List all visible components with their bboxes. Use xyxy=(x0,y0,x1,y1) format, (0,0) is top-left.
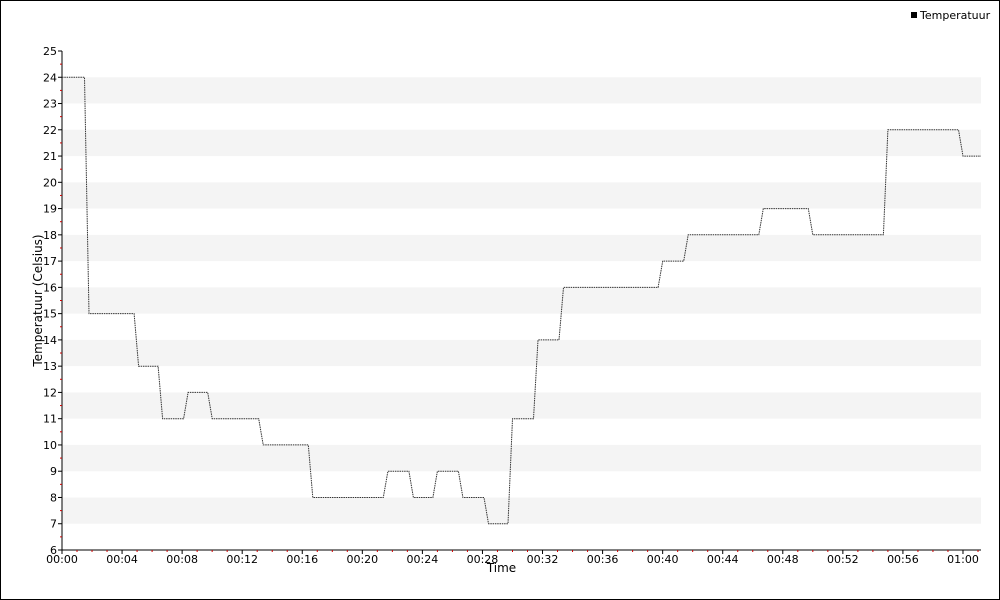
y-tick-label: 9 xyxy=(50,465,57,478)
y-tick-label: 19 xyxy=(43,203,57,216)
y-tick-label: 11 xyxy=(43,413,57,426)
y-tick-label: 15 xyxy=(43,308,57,321)
y-tick-label: 8 xyxy=(50,491,57,504)
y-axis-title: Temperatuur (Celsius) xyxy=(31,234,45,367)
chart-frame: 6 7 8 9 10 11 12 13 14 15 16 17 18 19 20 21 22 23 24 25 00:0… xyxy=(0,0,1000,600)
y-tick-label: 23 xyxy=(43,98,57,111)
y-tick-label: 10 xyxy=(43,439,57,452)
y-tick-label: 14 xyxy=(43,334,57,347)
x-tick-label: 00:48 xyxy=(767,553,799,566)
legend-marker xyxy=(911,12,917,18)
x-tick-label: 00:16 xyxy=(286,553,318,566)
x-tick-label: 00:44 xyxy=(707,553,739,566)
grid-band xyxy=(62,287,981,314)
x-tick-label: 00:52 xyxy=(827,553,859,566)
x-axis-title: Time xyxy=(486,561,516,575)
y-tick-label: 13 xyxy=(43,360,57,373)
x-tick-label: 00:04 xyxy=(106,553,138,566)
legend-label: Temperatuur xyxy=(919,9,991,22)
y-tick-label: 20 xyxy=(43,176,57,189)
temperature-step-chart: 67891011121314151617181920212223242500:0… xyxy=(31,9,991,575)
grid-band xyxy=(62,392,981,419)
y-tick-label: 21 xyxy=(43,150,57,163)
y-tick-label: 7 xyxy=(50,518,57,531)
x-tick-label: 00:32 xyxy=(527,553,559,566)
x-tick-label: 01:00 xyxy=(947,553,979,566)
x-tick-label: 00:24 xyxy=(407,553,439,566)
grid-band xyxy=(62,234,981,262)
grid-band xyxy=(62,77,981,104)
y-tick-label: 25 xyxy=(43,45,57,58)
y-tick-label: 12 xyxy=(43,386,57,399)
x-tick-label: 00:40 xyxy=(647,553,679,566)
grid-band xyxy=(62,129,981,157)
x-tick-label: 00:20 xyxy=(346,553,378,566)
y-tick-label: 22 xyxy=(43,124,57,137)
grid-band xyxy=(62,339,981,367)
y-tick-label: 16 xyxy=(43,281,57,294)
grid-band xyxy=(62,497,981,524)
grid-band xyxy=(62,182,981,209)
y-tick-label: 17 xyxy=(43,255,57,268)
x-tick-label: 00:36 xyxy=(587,553,619,566)
grid-band xyxy=(62,444,981,472)
y-tick-label: 18 xyxy=(43,229,57,242)
x-tick-label: 00:00 xyxy=(46,553,78,566)
y-tick-label: 24 xyxy=(43,71,57,84)
x-tick-label: 00:08 xyxy=(166,553,198,566)
x-tick-label: 00:56 xyxy=(887,553,919,566)
x-tick-label: 00:12 xyxy=(226,553,258,566)
